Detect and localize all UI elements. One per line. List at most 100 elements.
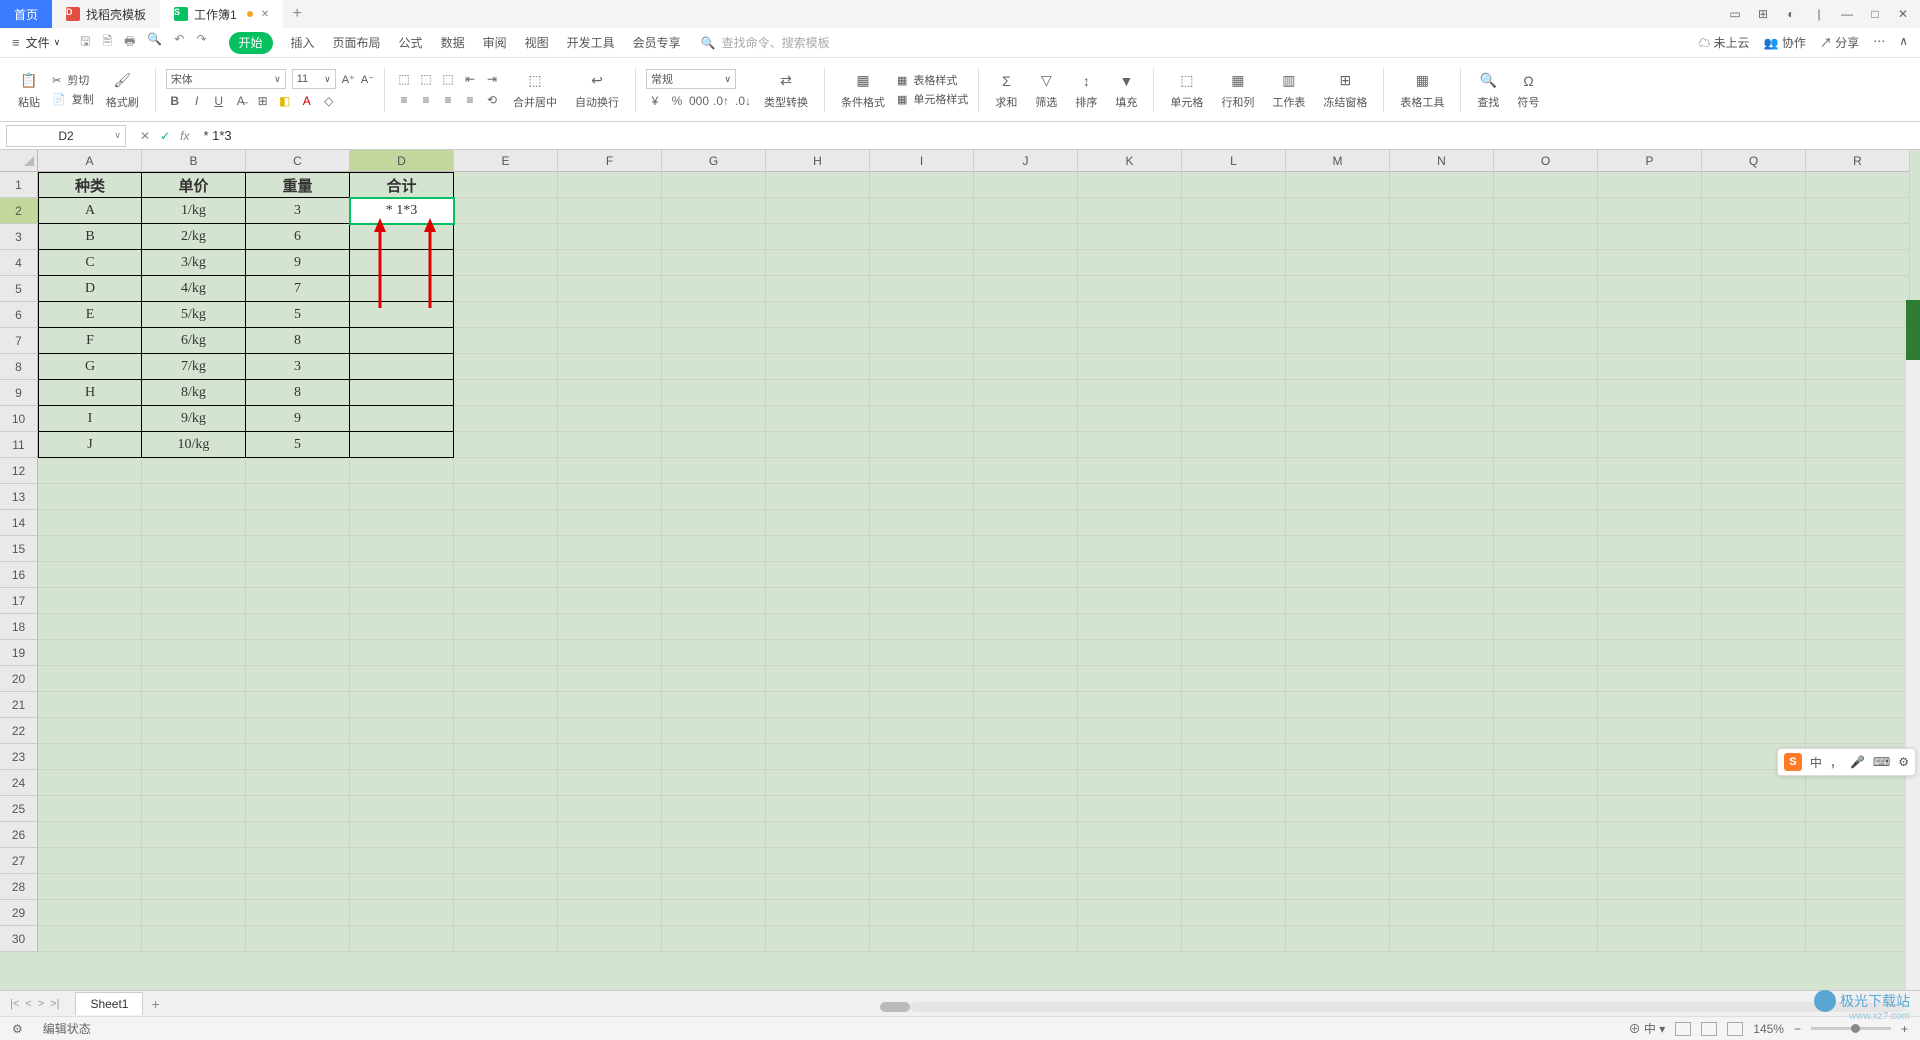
cell-E13[interactable] [454, 484, 558, 510]
cell-M28[interactable] [1286, 874, 1390, 900]
row-header-12[interactable]: 12 [0, 458, 38, 484]
cell-F2[interactable] [558, 198, 662, 224]
cell-G18[interactable] [662, 614, 766, 640]
cell-K12[interactable] [1078, 458, 1182, 484]
cell-R4[interactable] [1806, 250, 1910, 276]
skin-icon[interactable]: ◐ [1782, 7, 1800, 21]
cell-L27[interactable] [1182, 848, 1286, 874]
cell-M29[interactable] [1286, 900, 1390, 926]
cell-O15[interactable] [1494, 536, 1598, 562]
cell-F6[interactable] [558, 302, 662, 328]
cell-F18[interactable] [558, 614, 662, 640]
cell-O18[interactable] [1494, 614, 1598, 640]
cell-L18[interactable] [1182, 614, 1286, 640]
cell-H12[interactable] [766, 458, 870, 484]
cell-Q29[interactable] [1702, 900, 1806, 926]
cell-G3[interactable] [662, 224, 766, 250]
cell-K4[interactable] [1078, 250, 1182, 276]
cell-K26[interactable] [1078, 822, 1182, 848]
cell-M9[interactable] [1286, 380, 1390, 406]
cell-H14[interactable] [766, 510, 870, 536]
zoom-slider[interactable] [1811, 1027, 1891, 1030]
cell-K14[interactable] [1078, 510, 1182, 536]
font-color-button[interactable]: A [298, 92, 316, 110]
cell-L8[interactable] [1182, 354, 1286, 380]
cell-K7[interactable] [1078, 328, 1182, 354]
cell-G19[interactable] [662, 640, 766, 666]
cell-G27[interactable] [662, 848, 766, 874]
cell-B1[interactable]: 单价 [142, 172, 246, 198]
search-box[interactable]: 🔍 查找命令、搜索模板 [701, 34, 830, 51]
cell-H22[interactable] [766, 718, 870, 744]
cell-K17[interactable] [1078, 588, 1182, 614]
cell-F21[interactable] [558, 692, 662, 718]
cell-B7[interactable]: 6/kg [142, 328, 246, 354]
cellstyle-button[interactable]: ▦ 单元格样式 [897, 91, 968, 107]
cell-H3[interactable] [766, 224, 870, 250]
cloud-status[interactable]: ☁ 未上云 [1698, 34, 1749, 51]
cell-B17[interactable] [142, 588, 246, 614]
cell-M30[interactable] [1286, 926, 1390, 952]
cell-R7[interactable] [1806, 328, 1910, 354]
layout-icon[interactable]: ▭ [1726, 7, 1744, 21]
cell-D19[interactable] [350, 640, 454, 666]
row-header-27[interactable]: 27 [0, 848, 38, 874]
share-button[interactable]: ↗ 分享 [1820, 34, 1859, 51]
cell-O11[interactable] [1494, 432, 1598, 458]
cell-N21[interactable] [1390, 692, 1494, 718]
cell-E9[interactable] [454, 380, 558, 406]
cell-C1[interactable]: 重量 [246, 172, 350, 198]
keyboard-icon[interactable]: ⌨ [1873, 755, 1890, 769]
cell-K3[interactable] [1078, 224, 1182, 250]
cell-E25[interactable] [454, 796, 558, 822]
cell-A9[interactable]: H [38, 380, 142, 406]
cell-C27[interactable] [246, 848, 350, 874]
cell-B3[interactable]: 2/kg [142, 224, 246, 250]
cell-M11[interactable] [1286, 432, 1390, 458]
row-header-29[interactable]: 29 [0, 900, 38, 926]
ime-lang[interactable]: 中 [1810, 754, 1822, 771]
cell-L24[interactable] [1182, 770, 1286, 796]
cell-A18[interactable] [38, 614, 142, 640]
file-menu[interactable]: 文件 ∨ [26, 34, 61, 51]
cell-L15[interactable] [1182, 536, 1286, 562]
cell-F10[interactable] [558, 406, 662, 432]
cell-I19[interactable] [870, 640, 974, 666]
cell-F12[interactable] [558, 458, 662, 484]
cell-E18[interactable] [454, 614, 558, 640]
cell-Q21[interactable] [1702, 692, 1806, 718]
zoom-in-icon[interactable]: + [1901, 1022, 1908, 1036]
condfmt-button[interactable]: ▦条件格式 [835, 62, 891, 118]
cell-M26[interactable] [1286, 822, 1390, 848]
cell-E30[interactable] [454, 926, 558, 952]
cell-J7[interactable] [974, 328, 1078, 354]
cell-N25[interactable] [1390, 796, 1494, 822]
cell-D14[interactable] [350, 510, 454, 536]
cell-C22[interactable] [246, 718, 350, 744]
cell-O19[interactable] [1494, 640, 1598, 666]
cell-D18[interactable] [350, 614, 454, 640]
inc-font-icon[interactable]: A⁺ [342, 73, 355, 86]
cell-G23[interactable] [662, 744, 766, 770]
cell-A5[interactable]: D [38, 276, 142, 302]
cell-L30[interactable] [1182, 926, 1286, 952]
tab-layout[interactable]: 页面布局 [333, 28, 381, 58]
cell-L4[interactable] [1182, 250, 1286, 276]
cell-O17[interactable] [1494, 588, 1598, 614]
close-icon[interactable]: ✕ [261, 9, 269, 20]
cell-B30[interactable] [142, 926, 246, 952]
cell-I14[interactable] [870, 510, 974, 536]
fill-color-button[interactable]: ◧ [276, 92, 294, 110]
row-header-30[interactable]: 30 [0, 926, 38, 952]
cell-I6[interactable] [870, 302, 974, 328]
cell-D15[interactable] [350, 536, 454, 562]
cell-G13[interactable] [662, 484, 766, 510]
cell-A6[interactable]: E [38, 302, 142, 328]
cell-L1[interactable] [1182, 172, 1286, 198]
cell-H18[interactable] [766, 614, 870, 640]
cell-K13[interactable] [1078, 484, 1182, 510]
cell-F13[interactable] [558, 484, 662, 510]
cell-O16[interactable] [1494, 562, 1598, 588]
cell-P18[interactable] [1598, 614, 1702, 640]
cell-J5[interactable] [974, 276, 1078, 302]
